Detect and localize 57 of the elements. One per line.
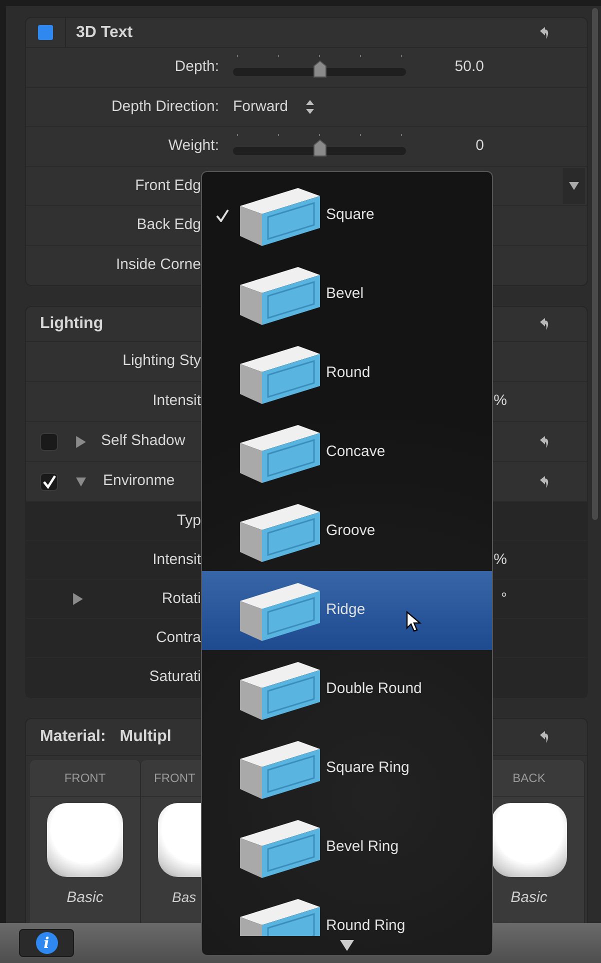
card-title: FRONT bbox=[30, 760, 140, 797]
menu-item[interactable]: Bevel Ring bbox=[202, 808, 492, 887]
field-label: Weight: bbox=[167, 136, 219, 156]
menu-item[interactable]: Round Ring bbox=[202, 887, 492, 936]
panel-title: Material: bbox=[40, 727, 106, 747]
checkbox[interactable] bbox=[40, 472, 58, 490]
field-label: Contra bbox=[154, 628, 201, 648]
material-name: Basic bbox=[66, 888, 104, 908]
menu-item[interactable]: Ridge bbox=[202, 571, 492, 650]
field-value: 0 bbox=[474, 136, 484, 156]
group-label: Environme bbox=[103, 471, 175, 492]
field-value: 50.0 bbox=[454, 57, 484, 77]
scrollbar-thumb[interactable] bbox=[592, 8, 598, 520]
material-swatch[interactable] bbox=[491, 803, 567, 877]
scroll-down-arrow-icon[interactable] bbox=[340, 940, 354, 951]
field-label: Front Edg bbox=[134, 176, 201, 196]
expanded-triangle-icon[interactable] bbox=[76, 476, 86, 488]
dropdown-arrow-button[interactable] bbox=[563, 168, 585, 204]
menu-item[interactable]: Concave bbox=[202, 413, 492, 492]
field-label: Rotati bbox=[160, 588, 201, 609]
direction-popup[interactable]: Forward bbox=[233, 96, 314, 118]
panel-title: 3D Text bbox=[76, 22, 133, 42]
field-label: Intensit bbox=[152, 550, 201, 570]
checkmark-icon bbox=[42, 474, 56, 488]
pointer-cursor-icon bbox=[406, 611, 422, 633]
material-name: Bas bbox=[172, 888, 196, 907]
field-value: % bbox=[494, 391, 507, 412]
down-arrow-icon bbox=[569, 182, 579, 190]
enable-checkbox[interactable] bbox=[38, 25, 53, 40]
field-label: Back Edg bbox=[136, 215, 201, 235]
slider-thumb[interactable] bbox=[312, 60, 328, 78]
menu-item[interactable]: Double Round bbox=[202, 650, 492, 729]
material-swatch[interactable] bbox=[47, 803, 123, 877]
field-label: Depth: bbox=[174, 57, 219, 77]
menu-item[interactable]: Bevel bbox=[202, 255, 492, 334]
updown-arrows-icon bbox=[306, 100, 314, 114]
field-label: Intensit bbox=[152, 391, 201, 412]
menu-item[interactable]: Groove bbox=[202, 492, 492, 571]
group-label: Self Shadow bbox=[101, 431, 186, 452]
field-value: ° bbox=[501, 588, 507, 609]
info-button[interactable]: i bbox=[19, 929, 74, 957]
slider-thumb[interactable] bbox=[312, 139, 328, 158]
material-name: Basic bbox=[510, 888, 548, 908]
field-label: Lighting Sty bbox=[122, 351, 201, 372]
menu-item[interactable]: Square bbox=[202, 176, 492, 255]
field-label: Inside Corne bbox=[114, 255, 201, 275]
field-label: Saturati bbox=[148, 667, 201, 688]
checkmark-icon bbox=[216, 208, 228, 222]
field-label: Typ bbox=[176, 510, 201, 531]
collapsed-triangle-icon[interactable] bbox=[76, 436, 86, 448]
panel-title: Lighting bbox=[40, 314, 104, 334]
menu-item[interactable]: Round bbox=[202, 334, 492, 413]
collapsed-triangle-icon[interactable] bbox=[73, 593, 83, 605]
field-value: % bbox=[494, 550, 507, 570]
field-label: Depth Direction: bbox=[110, 96, 219, 116]
material-value: Multipl bbox=[120, 727, 172, 747]
checkbox[interactable] bbox=[40, 432, 58, 450]
